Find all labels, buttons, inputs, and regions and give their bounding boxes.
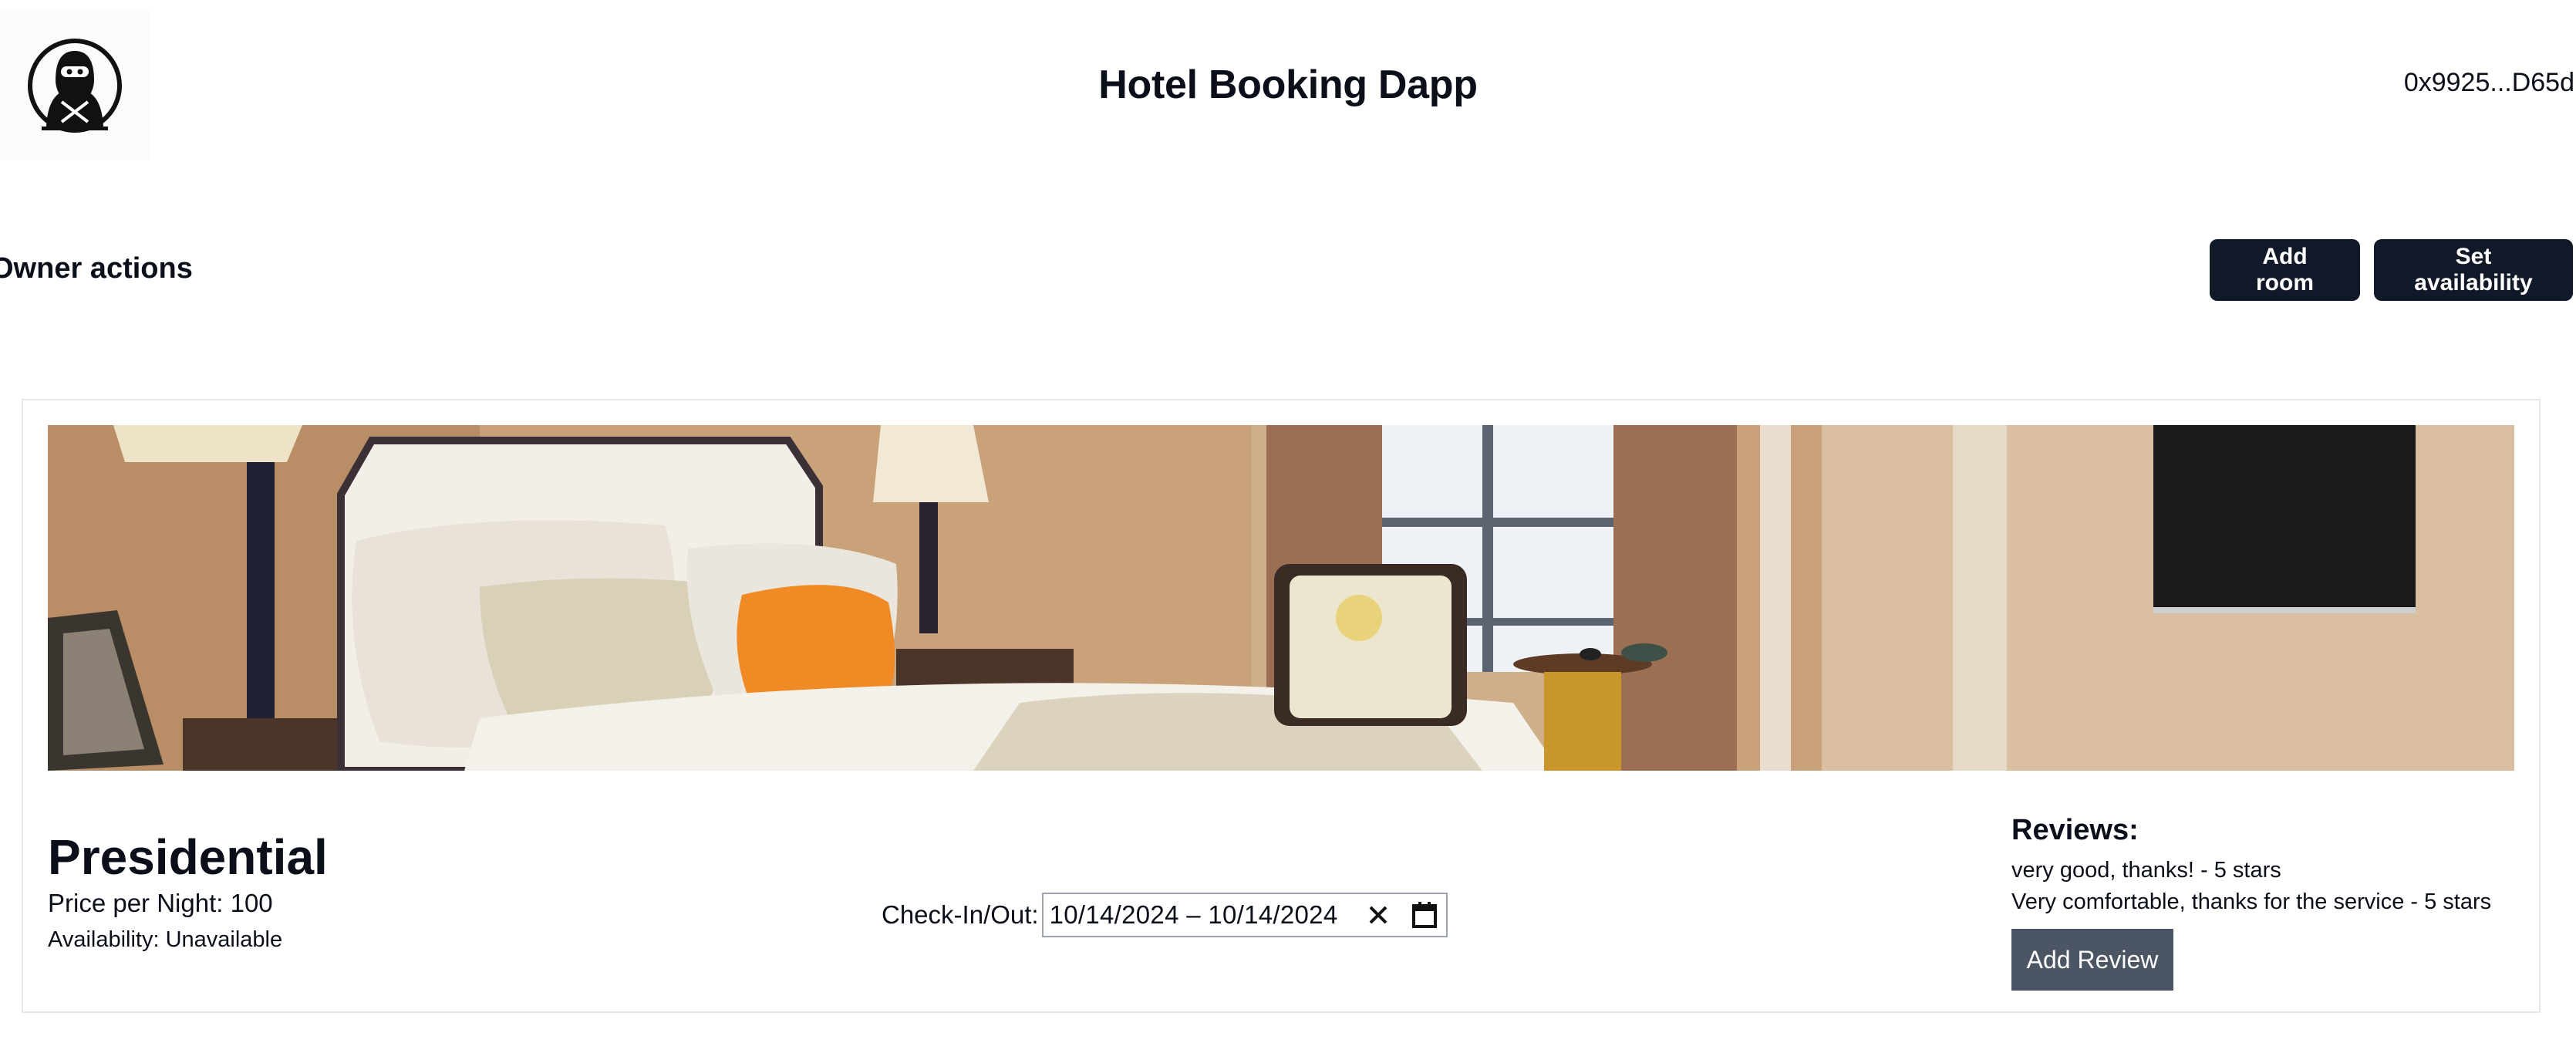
add-room-button[interactable]: Add room [2210,239,2360,301]
room-image [48,425,2514,771]
owner-actions-toolbar: Add room Set availability [2210,239,2573,301]
date-range-value[interactable]: 10/14/2024 – 10/14/2024 [1050,900,1347,930]
checkin-checkout-picker: Check-In/Out: 10/14/2024 – 10/14/2024 [882,893,1448,937]
review-item: Very comfortable, thanks for the service… [2011,890,2492,914]
close-icon[interactable] [1363,900,1394,930]
calendar-icon[interactable] [1409,900,1440,930]
page-title: Hotel Booking Dapp [1098,62,1478,107]
set-availability-button[interactable]: Set availability [2374,239,2573,301]
checkin-label: Check-In/Out: [882,900,1039,929]
reviews-section: Reviews: very good, thanks! - 5 stars Ve… [2011,814,2491,991]
room-availability: Availability: Unavailable [48,927,283,952]
date-range-input[interactable]: 10/14/2024 – 10/14/2024 [1041,893,1448,937]
add-review-button[interactable]: Add Review [2011,929,2173,991]
room-price: Price per Night: 100 [48,889,273,917]
room-card: Presidential Price per Night: 100 Availa… [22,399,2541,1013]
room-name: Presidential [48,829,328,885]
wallet-address[interactable]: 0x9925...D65d [2404,68,2574,98]
review-item: very good, thanks! - 5 stars [2011,858,2281,883]
reviews-heading: Reviews: [2011,814,2139,846]
owner-actions-heading: Owner actions [0,252,193,285]
